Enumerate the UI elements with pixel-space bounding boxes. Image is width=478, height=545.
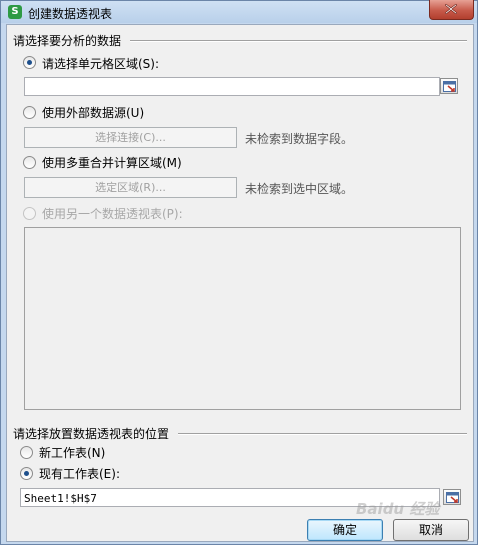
range-picker-icon xyxy=(446,492,459,503)
range-picker-icon xyxy=(443,81,456,92)
placement-group-title: 请选择放置数据透视表的位置 xyxy=(13,427,170,441)
range-status-note: 未检索到选中区域。 xyxy=(245,182,354,196)
select-connection-button[interactable]: 选择连接(C)... xyxy=(24,127,237,148)
source-group-title: 请选择要分析的数据 xyxy=(13,34,122,48)
ok-button[interactable]: 确定 xyxy=(307,519,383,541)
radio-new-worksheet-label[interactable]: 新工作表(N) xyxy=(39,444,105,461)
close-icon xyxy=(445,4,457,14)
radio-other-pivot-table[interactable] xyxy=(23,207,36,220)
radio-multiple-consolidation-label[interactable]: 使用多重合并计算区域(M) xyxy=(42,154,182,171)
radio-other-pivot-table-label[interactable]: 使用另一个数据透视表(P): xyxy=(42,205,183,222)
radio-new-worksheet[interactable] xyxy=(20,446,33,459)
select-range-button[interactable]: 选定区域(R)... xyxy=(24,177,237,198)
radio-external-source[interactable] xyxy=(23,106,36,119)
source-group-divider xyxy=(130,40,467,42)
cancel-button[interactable]: 取消 xyxy=(393,519,469,541)
radio-existing-worksheet-label[interactable]: 现有工作表(E): xyxy=(39,465,120,482)
location-picker-button[interactable] xyxy=(443,489,461,505)
cell-range-input[interactable] xyxy=(24,77,440,96)
radio-existing-worksheet[interactable] xyxy=(20,467,33,480)
connection-status-note: 未检索到数据字段。 xyxy=(245,132,354,146)
radio-cell-range-label[interactable]: 请选择单元格区域(S): xyxy=(42,55,159,72)
title-bar[interactable]: S 创建数据透视表 xyxy=(1,0,477,23)
watermark: Baidu 经验 xyxy=(356,500,440,518)
cell-range-picker-button[interactable] xyxy=(440,78,458,94)
radio-external-source-label[interactable]: 使用外部数据源(U) xyxy=(42,104,144,121)
dialog-body: 请选择要分析的数据 请选择单元格区域(S): 使用外部数据源(U) 选择连接(C… xyxy=(6,24,474,542)
app-icon: S xyxy=(8,5,22,19)
radio-cell-range[interactable] xyxy=(23,56,36,69)
create-pivot-table-dialog: S 创建数据透视表 请选择要分析的数据 请选择单元格区域(S): 使用外部数据源… xyxy=(0,0,478,545)
radio-multiple-consolidation[interactable] xyxy=(23,156,36,169)
pivot-table-list[interactable] xyxy=(24,227,461,410)
placement-group-divider xyxy=(178,433,467,435)
dialog-title: 创建数据透视表 xyxy=(28,7,113,21)
close-button[interactable] xyxy=(429,0,474,20)
